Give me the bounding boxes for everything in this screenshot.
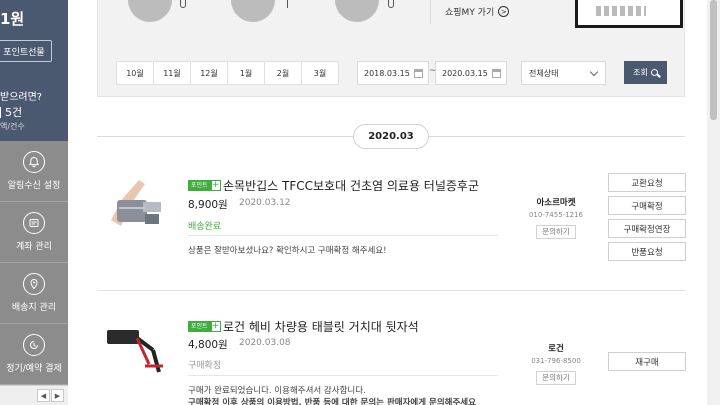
date-to-value: 2020.03.15 bbox=[442, 68, 488, 78]
date-from-value: 2018.03.15 bbox=[364, 68, 410, 78]
left-sidebar: 1원 포인트선물 받으려면? 5건 액/건수 알림수신 설정 계좌 관리 배송지… bbox=[0, 0, 68, 405]
points-amount: 1원 bbox=[0, 10, 25, 28]
sidebar-pager: ◀ ▶ bbox=[37, 389, 64, 402]
product-name[interactable]: 로건 헤비 차량용 태블릿 거치대 뒷자석 bbox=[223, 318, 419, 335]
contact-seller-button[interactable]: 문의하기 bbox=[536, 225, 576, 239]
seller-info: 아소르마켓 010-7455-1216 문의하기 bbox=[527, 196, 585, 239]
status-circle-icon bbox=[128, 0, 172, 22]
sidebar-item-recurring-payment[interactable]: 정기/예약 결제 bbox=[0, 324, 68, 385]
status-arrow-icon bbox=[388, 0, 394, 8]
pager-prev-button[interactable]: ◀ bbox=[37, 389, 50, 402]
divider bbox=[188, 375, 498, 376]
exchange-request-button[interactable]: 교환요청 bbox=[608, 173, 686, 192]
month-tab-2[interactable]: 2월 bbox=[264, 61, 302, 85]
seller-info: 로건 031-796-8500 문의하기 bbox=[527, 342, 585, 385]
contact-seller-button[interactable]: 문의하기 bbox=[536, 371, 576, 385]
search-button[interactable]: 조회 bbox=[624, 61, 667, 84]
point-badge: 포인트 + bbox=[188, 180, 221, 191]
sidebar-item-label: 알림수신 설정 bbox=[7, 181, 61, 191]
sidebar-item-addresses[interactable]: 배송지 관리 bbox=[0, 263, 68, 324]
point-badge-label: 포인트 bbox=[188, 180, 211, 191]
seller-phone: 010-7455-1216 bbox=[528, 211, 584, 219]
status-select-value: 전체상태 bbox=[529, 68, 559, 78]
product-image-tablet-mount[interactable] bbox=[101, 320, 167, 386]
month-tab-1[interactable]: 1월 bbox=[227, 61, 265, 85]
count-separator bbox=[0, 106, 1, 118]
repurchase-button[interactable]: 재구매 bbox=[608, 352, 686, 371]
order-message-note: 구매확정 이후 상품의 이용방법, 반품 등에 대한 문의는 판매자에게 문의해… bbox=[188, 398, 476, 405]
status-arrow-icon bbox=[287, 0, 288, 8]
sidebar-item-accounts[interactable]: 계좌 관리 bbox=[0, 202, 68, 263]
extend-confirm-button[interactable]: 구매확정연장 bbox=[608, 219, 686, 238]
order-status: 구매확정 bbox=[188, 361, 222, 371]
sidebar-item-label: 정기/예약 결제 bbox=[6, 364, 62, 374]
return-request-button[interactable]: 반품요청 bbox=[608, 242, 686, 261]
status-circle-icon bbox=[231, 0, 275, 22]
confirm-purchase-button[interactable]: 구매확정 bbox=[608, 196, 686, 215]
page-scrollbar[interactable] bbox=[707, 0, 720, 405]
product-image-wrist-brace[interactable] bbox=[101, 170, 167, 236]
point-gift-button[interactable]: 포인트선물 bbox=[0, 40, 52, 62]
laptop-illustration bbox=[575, 0, 683, 28]
search-button-label: 조회 bbox=[633, 68, 648, 77]
product-name[interactable]: 손목반깁스 TFCC보호대 건초염 의료용 터널증후군 bbox=[223, 177, 479, 194]
sidebar-item-label: 계좌 관리 bbox=[16, 242, 52, 252]
sidebar-footer: ◀ ▶ bbox=[0, 385, 68, 405]
status-arrow-icon bbox=[180, 0, 186, 8]
card-icon bbox=[23, 212, 45, 234]
seller-name[interactable]: 로건 bbox=[527, 342, 585, 354]
sidebar-menu: 알림수신 설정 계좌 관리 배송지 관리 정기/예약 결제 bbox=[0, 141, 68, 385]
bell-icon bbox=[23, 151, 45, 173]
seller-phone: 031-796-8500 bbox=[531, 357, 581, 365]
myshop-link[interactable]: 쇼핑MY 가기 > bbox=[445, 5, 510, 18]
order-price: 8,900원 bbox=[188, 199, 228, 211]
order-message: 상품은 잘받아보셨나요? 확인하시고 구매확정 해주세요! bbox=[188, 246, 387, 256]
calendar-icon[interactable] bbox=[414, 69, 423, 78]
sidebar-item-notifications[interactable]: 알림수신 설정 bbox=[0, 141, 68, 202]
location-pin-icon bbox=[23, 273, 45, 295]
scrollbar-thumb[interactable] bbox=[710, 0, 717, 120]
order-actions: 재구매 bbox=[608, 352, 686, 375]
plus-icon: + bbox=[210, 321, 221, 332]
order-date: 2020.03.08 bbox=[239, 338, 291, 348]
date-to-input[interactable]: 2020.03.15 bbox=[435, 61, 507, 85]
search-icon bbox=[650, 69, 658, 76]
section-date: 2020.03 bbox=[353, 124, 429, 149]
point-badge: 포인트 + bbox=[188, 321, 221, 332]
order-price: 4,800원 bbox=[188, 339, 228, 351]
order-date: 2020.03.12 bbox=[239, 198, 291, 208]
divider bbox=[188, 235, 498, 236]
sidebar-item-label: 배송지 관리 bbox=[11, 303, 57, 313]
month-tabs: 10월 11월 12월 1월 2월 3월 bbox=[116, 61, 339, 85]
clock-refresh-icon bbox=[23, 334, 45, 356]
point-badge-label: 포인트 bbox=[188, 321, 211, 332]
order-message: 구매가 완료되었습니다. 이용해주셔서 감사합니다. bbox=[188, 386, 366, 396]
count-value: 5건 bbox=[5, 106, 23, 119]
sidebar-count: 5건 bbox=[0, 104, 22, 120]
pager-next-button[interactable]: ▶ bbox=[51, 389, 64, 402]
myshop-link-label: 쇼핑MY 가기 bbox=[445, 8, 495, 18]
sidebar-question: 받으려면? bbox=[0, 92, 43, 103]
status-select[interactable]: 전체상태 bbox=[521, 61, 606, 85]
chevron-down-icon bbox=[589, 67, 599, 77]
calendar-icon[interactable] bbox=[492, 69, 501, 78]
order-status: 배송완료 bbox=[188, 222, 222, 232]
month-tab-12[interactable]: 12월 bbox=[190, 61, 228, 85]
arrow-right-icon: > bbox=[498, 6, 510, 17]
order-actions: 교환요청 구매확정 구매확정연장 반품요청 bbox=[608, 173, 686, 265]
divider bbox=[430, 0, 431, 24]
plus-icon: + bbox=[210, 180, 221, 191]
seller-name[interactable]: 아소르마켓 bbox=[527, 196, 585, 208]
order-filter-panel: 쇼핑MY 가기 > 10월 11월 12월 1월 2월 3월 2018.03.1… bbox=[97, 0, 685, 97]
date-from-input[interactable]: 2018.03.15 bbox=[357, 61, 429, 85]
month-tab-10[interactable]: 10월 bbox=[116, 61, 154, 85]
month-tab-11[interactable]: 11월 bbox=[153, 61, 191, 85]
status-circle-icon bbox=[335, 0, 379, 22]
count-label: 액/건수 bbox=[0, 122, 25, 131]
order-divider bbox=[97, 290, 685, 291]
sidebar-points-panel: 1원 포인트선물 받으려면? 5건 액/건수 bbox=[0, 0, 68, 141]
month-tab-3[interactable]: 3월 bbox=[301, 61, 339, 85]
